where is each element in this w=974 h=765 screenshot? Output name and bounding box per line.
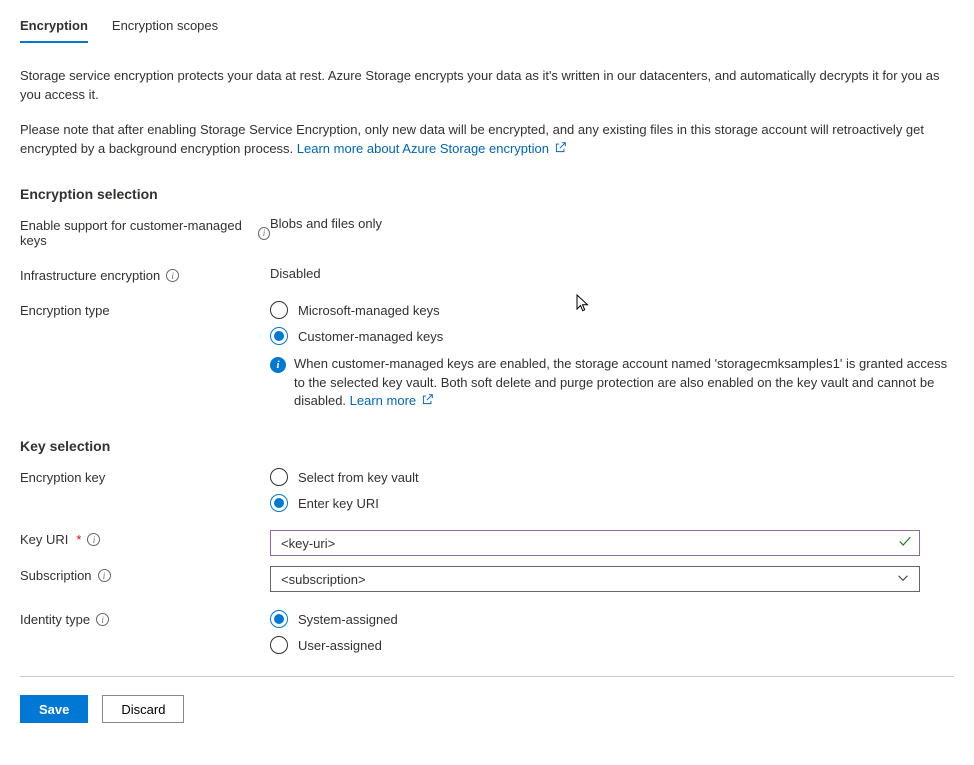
radio-label: System-assigned — [298, 612, 398, 627]
radio-icon — [270, 494, 288, 512]
label-key-uri: Key URI * i — [20, 530, 270, 547]
label-cmk-support-text: Enable support for customer-managed keys — [20, 218, 252, 248]
chevron-down-icon — [897, 572, 909, 587]
label-infra-encryption: Infrastructure encryption i — [20, 266, 270, 283]
learn-more-encryption-link[interactable]: Learn more about Azure Storage encryptio… — [297, 141, 566, 156]
radio-label: Customer-managed keys — [298, 329, 443, 344]
external-link-icon — [555, 144, 566, 156]
key-uri-input[interactable] — [270, 530, 920, 556]
learn-more-cmk-link[interactable]: Learn more — [350, 393, 433, 408]
label-infra-enc-text: Infrastructure encryption — [20, 268, 160, 283]
label-cmk-support: Enable support for customer-managed keys… — [20, 216, 270, 248]
label-enc-key-text: Encryption key — [20, 470, 105, 485]
radio-icon — [270, 636, 288, 654]
learn-more-link-text: Learn more about Azure Storage encryptio… — [297, 141, 549, 156]
info-icon[interactable]: i — [166, 269, 179, 282]
radio-label: User-assigned — [298, 638, 382, 653]
radio-user-assigned[interactable]: User-assigned — [270, 636, 954, 654]
tab-encryption[interactable]: Encryption — [20, 18, 88, 43]
label-enc-type-text: Encryption type — [20, 303, 110, 318]
label-key-uri-text: Key URI — [20, 532, 68, 547]
value-cmk-support: Blobs and files only — [270, 216, 954, 231]
radio-icon — [270, 610, 288, 628]
intro-paragraph-2: Please note that after enabling Storage … — [20, 121, 954, 159]
info-icon[interactable]: i — [98, 569, 111, 582]
cmk-info-note: i When customer-managed keys are enabled… — [270, 355, 954, 410]
footer-actions: Save Discard — [20, 676, 954, 723]
radio-group-encryption-type: Microsoft-managed keys Customer-managed … — [270, 301, 954, 345]
radio-select-from-key-vault[interactable]: Select from key vault — [270, 468, 954, 486]
subscription-value: <subscription> — [281, 572, 366, 587]
radio-customer-managed-keys[interactable]: Customer-managed keys — [270, 327, 954, 345]
external-link-icon — [422, 396, 433, 408]
label-subscription: Subscription i — [20, 566, 270, 583]
radio-microsoft-managed-keys[interactable]: Microsoft-managed keys — [270, 301, 954, 319]
info-bubble-icon: i — [270, 357, 286, 373]
required-asterisk: * — [76, 532, 81, 547]
learn-more-cmk-text: Learn more — [350, 393, 416, 408]
radio-enter-key-uri[interactable]: Enter key URI — [270, 494, 954, 512]
subscription-select[interactable]: <subscription> — [270, 566, 920, 592]
value-infra-encryption: Disabled — [270, 266, 954, 281]
radio-label: Enter key URI — [298, 496, 379, 511]
radio-group-identity-type: System-assigned User-assigned — [270, 610, 954, 654]
discard-button[interactable]: Discard — [102, 695, 184, 723]
radio-label: Microsoft-managed keys — [298, 303, 440, 318]
section-key-selection: Key selection — [20, 438, 954, 454]
tabs-bar: Encryption Encryption scopes — [20, 0, 954, 43]
info-icon[interactable]: i — [87, 533, 100, 546]
label-identity-type: Identity type i — [20, 610, 270, 627]
info-icon[interactable]: i — [96, 613, 109, 626]
tab-encryption-scopes[interactable]: Encryption scopes — [112, 18, 218, 43]
radio-icon — [270, 468, 288, 486]
label-encryption-key: Encryption key — [20, 468, 270, 485]
radio-group-encryption-key: Select from key vault Enter key URI — [270, 468, 954, 512]
section-encryption-selection: Encryption selection — [20, 186, 954, 202]
intro-text: Storage service encryption protects your… — [20, 67, 954, 158]
radio-label: Select from key vault — [298, 470, 419, 485]
label-subscription-text: Subscription — [20, 568, 92, 583]
radio-system-assigned[interactable]: System-assigned — [270, 610, 954, 628]
intro-paragraph-1: Storage service encryption protects your… — [20, 67, 954, 105]
radio-icon — [270, 327, 288, 345]
label-encryption-type: Encryption type — [20, 301, 270, 318]
save-button[interactable]: Save — [20, 695, 88, 723]
radio-icon — [270, 301, 288, 319]
label-identity-type-text: Identity type — [20, 612, 90, 627]
info-icon[interactable]: i — [258, 227, 270, 240]
